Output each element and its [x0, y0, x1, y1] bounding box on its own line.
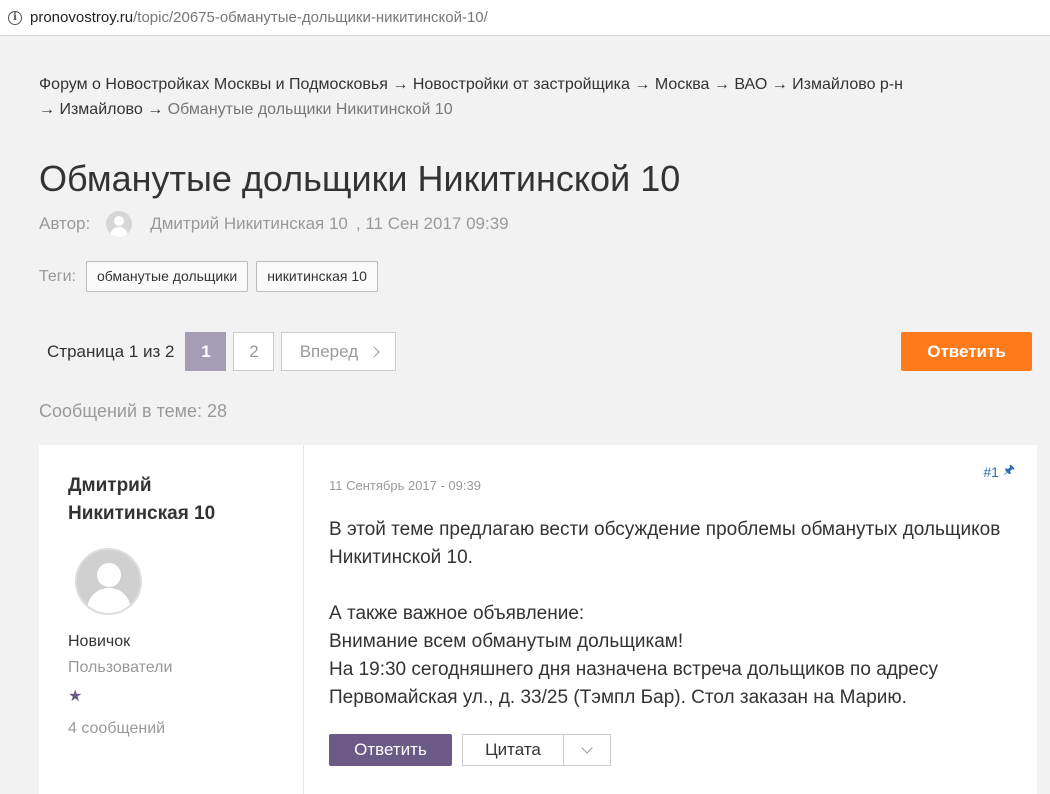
reply-button-top[interactable]: Ответить — [901, 332, 1032, 371]
chevron-down-icon — [581, 742, 593, 754]
url-path: /topic/20675-обманутые-дольщики-никитинс… — [133, 9, 488, 26]
breadcrumb-separator: → — [634, 76, 651, 93]
page-button-2[interactable]: 2 — [233, 332, 275, 371]
address-bar[interactable]: i pronovostroy.ru/topic/20675-обманутые-… — [0, 0, 1050, 36]
breadcrumb-separator: → — [147, 101, 164, 118]
post-text: В этой теме предлагаю вести обсуждение п… — [329, 516, 1009, 712]
pin-icon: 🖈 — [1002, 462, 1015, 477]
breadcrumb-item[interactable]: Форум о Новостройках Москвы и Подмосковь… — [39, 76, 388, 93]
breadcrumb-item[interactable]: Измайлово — [59, 101, 142, 118]
post-paragraph: В этой теме предлагаю вести обсуждение п… — [329, 519, 1001, 568]
user-group: Пользователи — [68, 659, 173, 676]
post-author-panel: Дмитрий Никитинская 10 Новичок Пользоват… — [39, 445, 304, 794]
chevron-right-icon — [368, 345, 380, 358]
next-page-button[interactable]: Вперед — [281, 332, 397, 371]
breadcrumb-item[interactable]: Измайлово р-н — [792, 76, 903, 93]
topic-author-line: Автор: Дмитрий Никитинская 10 , 11 Сен 2… — [39, 211, 509, 237]
avatar-icon[interactable] — [106, 211, 133, 237]
quote-dropdown-button[interactable] — [564, 735, 610, 765]
breadcrumb-item[interactable]: Новостройки от застройщика — [413, 76, 630, 93]
tag[interactable]: обманутые дольщики — [86, 261, 249, 292]
tag[interactable]: никитинская 10 — [256, 261, 378, 292]
post-number-label: #1 — [983, 464, 999, 480]
next-page-label: Вперед — [299, 341, 359, 361]
tags-row: Теги: обманутые дольщики никитинская 10 — [39, 261, 386, 292]
breadcrumb-item[interactable]: Москва — [655, 76, 710, 93]
page-label: Страница 1 из 2 — [47, 341, 175, 361]
avatar[interactable] — [75, 548, 142, 615]
url-host: pronovostroy.ru — [30, 9, 134, 26]
star-icon: ★ — [68, 688, 83, 705]
author-link[interactable]: Дмитрий Никитинская 10 — [150, 214, 348, 234]
post-paragraph: А также важное объявление: — [329, 603, 585, 624]
author-label: Автор: — [39, 214, 91, 233]
quote-button[interactable]: Цитата — [463, 735, 564, 765]
post-paragraph: Внимание всем обманутым дольщикам! — [329, 631, 684, 652]
breadcrumb-current: Обманутые дольщики Никитинской 10 — [167, 101, 453, 118]
post-author-name[interactable]: Дмитрий Никитинская 10 — [68, 472, 268, 528]
page-button-1[interactable]: 1 — [185, 332, 227, 371]
quote-button-group: Цитата — [462, 734, 611, 766]
breadcrumb: Форум о Новостройках Москвы и Подмосковь… — [39, 72, 999, 122]
page-title: Обманутые дольщики Никитинской 10 — [39, 158, 681, 199]
pagination: Страница 1 из 2 1 2 Вперед — [47, 332, 403, 371]
breadcrumb-item[interactable]: ВАО — [734, 76, 767, 93]
user-message-count: 4 сообщений — [68, 720, 166, 737]
breadcrumb-separator: → — [771, 76, 788, 93]
post: Дмитрий Никитинская 10 Новичок Пользоват… — [39, 445, 1037, 794]
topic-date: , 11 Сен 2017 09:39 — [355, 214, 509, 233]
tags-label: Теги: — [39, 267, 76, 285]
post-reply-button[interactable]: Ответить — [329, 734, 452, 766]
breadcrumb-separator: → — [713, 76, 730, 93]
post-number[interactable]: #1 🖈 — [983, 461, 1015, 483]
message-count: Сообщений в теме: 28 — [39, 401, 228, 421]
info-icon[interactable]: i — [8, 10, 22, 25]
breadcrumb-separator: → — [392, 76, 409, 93]
breadcrumb-separator: → — [39, 101, 55, 118]
post-body: 11 Сентябрь 2017 - 09:39 #1 🖈 В этой тем… — [304, 445, 1037, 794]
post-date: 11 Сентябрь 2017 - 09:39 — [329, 478, 481, 493]
user-rank: Новичок — [68, 633, 131, 650]
post-paragraph: На 19:30 сегодняшнего дня назначена встр… — [329, 659, 938, 708]
